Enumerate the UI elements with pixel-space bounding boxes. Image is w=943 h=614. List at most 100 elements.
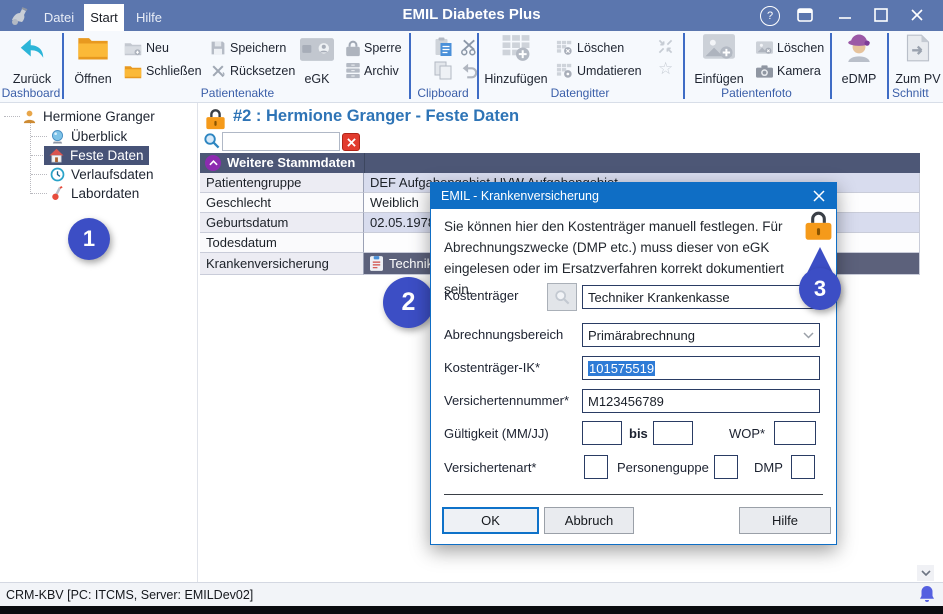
personengruppe-field[interactable] bbox=[714, 455, 738, 479]
dmp-field[interactable] bbox=[791, 455, 815, 479]
delete-grid-icon bbox=[556, 40, 573, 56]
sidebar-item-verlaufsdaten[interactable]: Verlaufsdaten bbox=[50, 165, 154, 184]
search-input[interactable] bbox=[222, 132, 340, 151]
camera-button[interactable]: Kamera bbox=[756, 61, 821, 81]
back-button[interactable]: Zurück bbox=[6, 34, 58, 86]
reset-button[interactable]: Rücksetzen bbox=[210, 61, 295, 81]
sidebar-item-ueberblick[interactable]: Überblick bbox=[50, 127, 127, 146]
bell-icon[interactable] bbox=[919, 585, 935, 603]
group-separator bbox=[887, 33, 889, 99]
tree-connector bbox=[4, 116, 20, 117]
kostentraeger-ik-label: Kostenträger-IK* bbox=[444, 360, 540, 375]
save-icon bbox=[210, 40, 226, 56]
group-label-clipboard: Clipboard bbox=[409, 86, 477, 100]
clear-search-icon[interactable] bbox=[342, 133, 360, 151]
gueltigkeit-von-field[interactable] bbox=[582, 421, 622, 445]
close-folder-icon bbox=[124, 64, 142, 79]
new-button[interactable]: Neu bbox=[124, 38, 169, 58]
kostentraeger-field[interactable]: Techniker Krankenkasse bbox=[582, 285, 820, 309]
paste-button[interactable] bbox=[434, 37, 453, 57]
insert-photo-button[interactable]: Einfügen bbox=[690, 34, 748, 86]
close-record-button[interactable]: Schließen bbox=[124, 61, 202, 81]
kostentraeger-label: Kostenträger bbox=[444, 288, 518, 303]
edmp-button[interactable]: eDMP bbox=[836, 34, 882, 86]
callout-marker-1: 1 bbox=[68, 218, 110, 260]
record-lock-icon bbox=[206, 108, 225, 130]
delete-row-button[interactable]: Löschen bbox=[556, 38, 624, 58]
section-title: Weitere Stammdaten bbox=[227, 155, 355, 170]
abrechnungsbereich-select[interactable]: Primärabrechnung bbox=[582, 323, 820, 347]
add-grid-icon bbox=[501, 34, 531, 62]
maximize-icon[interactable] bbox=[868, 6, 894, 24]
overview-icon bbox=[50, 129, 65, 144]
callout-marker-3: 3 bbox=[799, 268, 841, 310]
taskbar-strip bbox=[0, 606, 943, 614]
dialog-title: EMIL - Krankenversicherung bbox=[441, 189, 599, 203]
tree-connector bbox=[30, 120, 31, 194]
abbruch-button[interactable]: Abbruch bbox=[544, 507, 634, 534]
collapse-section-icon[interactable] bbox=[205, 155, 221, 171]
delete-photo-button[interactable]: Löschen bbox=[756, 38, 824, 58]
abrechnungsbereich-label: Abrechnungsbereich bbox=[444, 327, 563, 342]
wop-field[interactable] bbox=[774, 421, 816, 445]
scroll-down-icon[interactable] bbox=[917, 565, 934, 581]
row-label-geschlecht: Geschlecht bbox=[200, 193, 364, 213]
hilfe-button[interactable]: Hilfe bbox=[739, 507, 831, 534]
ok-button[interactable]: OK bbox=[442, 507, 539, 534]
undo-button[interactable] bbox=[460, 62, 478, 80]
versichertenart-field[interactable] bbox=[584, 455, 608, 479]
patient-icon bbox=[22, 109, 37, 124]
dialog-close-icon[interactable] bbox=[810, 188, 828, 204]
tree-connector bbox=[31, 193, 47, 194]
insert-photo-icon bbox=[703, 34, 735, 60]
close-icon[interactable] bbox=[904, 6, 930, 24]
edmp-icon bbox=[845, 34, 873, 62]
page-title: #2 : Hermione Granger - Feste Daten bbox=[233, 107, 519, 126]
status-text: CRM-KBV [PC: ITCMS, Server: EMILDev02] bbox=[6, 588, 253, 602]
redate-grid-icon bbox=[556, 63, 573, 79]
minimize-icon[interactable] bbox=[832, 6, 858, 24]
callout-marker-2: 2 bbox=[383, 277, 434, 328]
paste-icon bbox=[434, 37, 453, 57]
dialog-title-bar[interactable]: EMIL - Krankenversicherung bbox=[431, 183, 836, 209]
add-row-button[interactable]: Hinzufügen bbox=[482, 34, 550, 86]
insurance-card-icon bbox=[370, 256, 383, 271]
section-header[interactable]: Weitere Stammdaten bbox=[200, 153, 920, 173]
kostentraeger-search-button[interactable] bbox=[547, 283, 577, 311]
copy-button[interactable] bbox=[434, 61, 452, 80]
dropdown-chevron-icon bbox=[803, 332, 814, 339]
help-icon[interactable]: ? bbox=[760, 6, 780, 26]
star-icon[interactable]: ☆ bbox=[658, 59, 673, 79]
gueltigkeit-bis-field[interactable] bbox=[653, 421, 693, 445]
row-label-todesdatum: Todesdatum bbox=[200, 233, 364, 253]
group-separator bbox=[62, 33, 64, 99]
search-icon bbox=[203, 132, 220, 149]
group-label-dashboard: Dashboard bbox=[0, 86, 62, 100]
undo-icon bbox=[460, 62, 478, 80]
egk-button[interactable]: eGK bbox=[294, 34, 340, 86]
tree-connector bbox=[31, 174, 47, 175]
save-button[interactable]: Speichern bbox=[210, 38, 286, 58]
open-button[interactable]: Öffnen bbox=[66, 34, 120, 86]
kostentraeger-ik-field[interactable]: 101575519 bbox=[582, 356, 820, 380]
new-folder-icon bbox=[124, 41, 142, 56]
versichertenart-label: Versichertenart* bbox=[444, 460, 537, 475]
group-label-patientenakte: Patientenakte bbox=[66, 86, 409, 100]
ribbon: Zurück Dashboard Öffnen Neu Schließen Sp… bbox=[0, 31, 943, 103]
redate-button[interactable]: Umdatieren bbox=[556, 61, 642, 81]
lock-record-button[interactable]: Sperre bbox=[346, 38, 402, 58]
ribbon-toggle-icon[interactable] bbox=[796, 6, 814, 24]
sidebar-item-labordaten[interactable]: Labordaten bbox=[50, 184, 139, 203]
export-icon bbox=[906, 34, 930, 62]
dialog-lock-icon bbox=[805, 210, 832, 241]
sidebar-item-feste-daten[interactable]: Feste Daten bbox=[44, 146, 149, 165]
bis-label: bis bbox=[629, 426, 648, 441]
tree-root-patient[interactable]: Hermione Granger bbox=[22, 107, 155, 126]
archive-button[interactable]: Archiv bbox=[346, 61, 399, 81]
collapse-grid-icon[interactable] bbox=[658, 39, 673, 54]
wop-label: WOP* bbox=[729, 426, 765, 441]
zum-pv-button[interactable]: Zum PV bbox=[892, 34, 943, 86]
versichertennummer-field[interactable]: M123456789 bbox=[582, 389, 820, 413]
dialog-separator bbox=[444, 494, 823, 495]
tree-connector bbox=[31, 136, 47, 137]
